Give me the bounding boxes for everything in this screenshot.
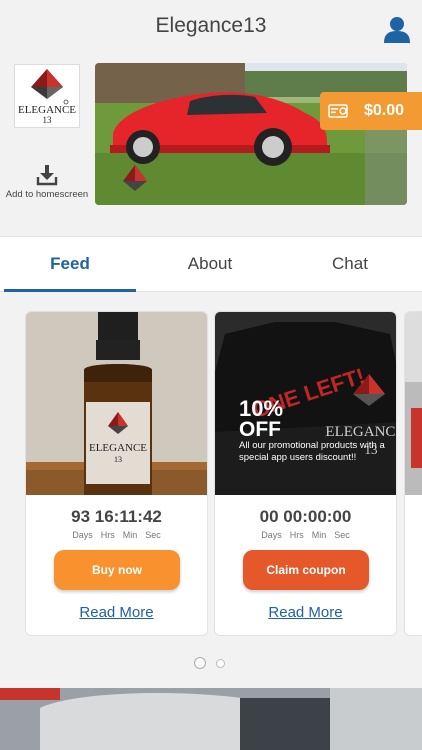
- timer-label-seconds: Sec: [145, 530, 161, 540]
- read-more-link[interactable]: Read More: [215, 604, 396, 621]
- add-to-homescreen-button[interactable]: Add to homescreen: [2, 164, 92, 200]
- feed-card-next[interactable]: [404, 311, 422, 636]
- brand-logo[interactable]: ELEGANCE 13: [14, 64, 80, 128]
- buy-now-button[interactable]: Buy now: [54, 550, 180, 590]
- shirt-label: ELEGANCE: [325, 424, 396, 440]
- tab-chat[interactable]: Chat: [284, 237, 416, 292]
- bottle-label: ELEGANCE: [89, 442, 147, 454]
- promo-image: ELEGANCE 13 ONE LEFT! 10% OFF All our pr…: [215, 312, 396, 495]
- tab-about[interactable]: About: [144, 237, 276, 292]
- profile-icon[interactable]: [382, 14, 412, 44]
- feed-card[interactable]: ELEGANCE 13 93 16:11:42 Days Hrs Min Sec…: [25, 311, 208, 636]
- logo-number: 13: [43, 115, 53, 125]
- feed-image-next: [0, 688, 422, 750]
- pager-dot-active[interactable]: [194, 657, 206, 669]
- add-to-homescreen-label: Add to homescreen: [5, 189, 89, 200]
- bottle-number: 13: [114, 455, 122, 464]
- timer-label-hours: Hrs: [289, 530, 304, 540]
- claim-coupon-button[interactable]: Claim coupon: [243, 550, 369, 590]
- tab-feed[interactable]: Feed: [4, 237, 136, 292]
- timer-label-hours: Hrs: [100, 530, 115, 540]
- timer-labels: Days Hrs Min Sec: [215, 530, 396, 540]
- tab-bar: Feed About Chat: [0, 236, 422, 292]
- top-bar: Elegance13: [0, 0, 422, 56]
- promo-off: OFF: [239, 418, 281, 441]
- timer-label-days: Days: [261, 530, 282, 540]
- read-more-link[interactable]: Read More: [26, 604, 207, 621]
- pager-dots: [194, 657, 235, 669]
- promo-description: All our promotional products with a spec…: [239, 440, 385, 463]
- pager-dot[interactable]: [216, 658, 225, 668]
- timer-label-minutes: Min: [311, 530, 327, 540]
- feed-card[interactable]: ELEGANCE 13 ONE LEFT! 10% OFF All our pr…: [214, 311, 397, 636]
- timer-label-minutes: Min: [122, 530, 138, 540]
- wallet-icon: [328, 104, 348, 118]
- countdown-timer: 00 00:00:00: [259, 507, 352, 526]
- countdown-timer: 93 16:11:42: [71, 507, 162, 526]
- product-image: ELEGANCE 13: [26, 312, 207, 495]
- timer-label-seconds: Sec: [334, 530, 350, 540]
- balance-amount: $0.00: [364, 102, 405, 119]
- timer-labels: Days Hrs Min Sec: [26, 530, 207, 540]
- hero-image: [95, 63, 407, 205]
- app-title: Elegance13: [155, 14, 267, 37]
- timer-label-days: Days: [72, 530, 93, 540]
- balance-button[interactable]: $0.00: [320, 92, 422, 130]
- download-icon: [36, 165, 58, 186]
